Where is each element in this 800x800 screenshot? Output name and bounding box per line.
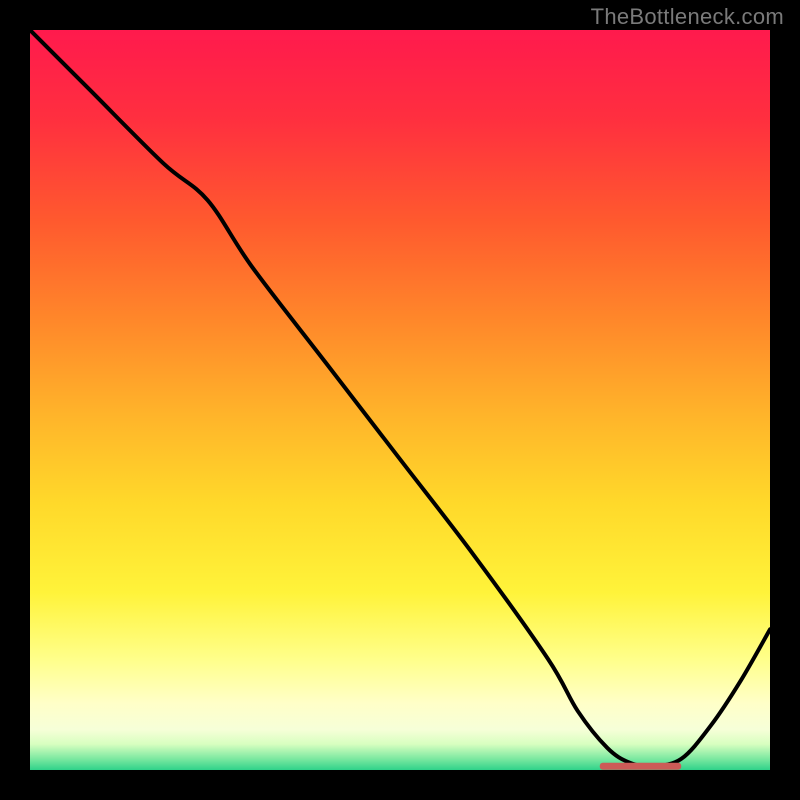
plot-area — [30, 30, 770, 770]
watermark-text: TheBottleneck.com — [591, 4, 784, 30]
optimal-range-marker — [600, 763, 681, 770]
chart-frame: TheBottleneck.com — [0, 0, 800, 800]
plot-svg — [30, 30, 770, 770]
